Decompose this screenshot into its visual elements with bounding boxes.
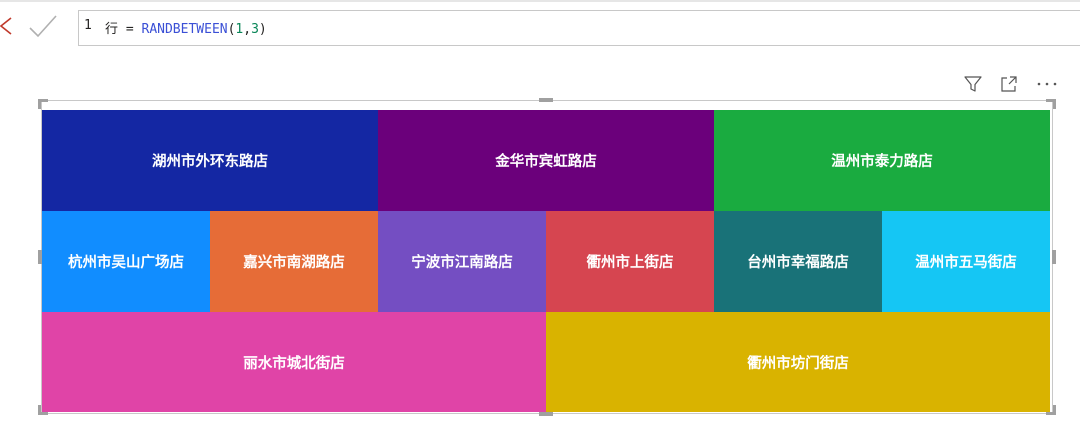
treemap-tile-label: 衢州市上街店 xyxy=(586,255,674,271)
resize-handle-bottom-left-v[interactable] xyxy=(38,405,41,415)
function-name: RANDBETWEEN xyxy=(141,22,228,37)
formula-bar-divider xyxy=(0,0,1080,2)
resize-handle-top-right-v[interactable] xyxy=(1053,99,1056,109)
treemap-visual: 湖州市外环东路店 金华市宾虹路店 温州市泰力路店杭州市吴山广场店 嘉兴市南湖路店 宁波市… xyxy=(42,110,1050,412)
treemap-tile-label: 台州市幸福路店 xyxy=(747,255,849,271)
treemap-tile[interactable]: 宁波市江南路店 xyxy=(378,211,546,312)
treemap-tile[interactable]: 丽水市城北街店 xyxy=(42,312,546,412)
focus-mode-icon xyxy=(1001,76,1017,92)
treemap-tile-label: 湖州市外环东路店 xyxy=(152,154,268,170)
treemap-tile-label: 衢州市坊门街店 xyxy=(747,355,849,372)
focus-mode-button[interactable] xyxy=(998,73,1020,95)
formula-bar: 1 行 = RANDBETWEEN(1,3) xyxy=(0,0,1080,48)
argument-2: 3 xyxy=(251,22,259,37)
treemap-tile-label: 杭州市吴山广场店 xyxy=(68,255,184,271)
resize-handle-top-left-v[interactable] xyxy=(38,99,41,109)
treemap-tile[interactable]: 杭州市吴山广场店 xyxy=(42,211,210,312)
treemap-tile[interactable]: 衢州市上街店 xyxy=(546,211,714,312)
equals-sign: = xyxy=(118,22,142,37)
resize-handle-right[interactable] xyxy=(1052,250,1056,264)
treemap-tile-label: 宁波市江南路店 xyxy=(411,255,513,271)
treemap-tile-label: 金华市宾虹路店 xyxy=(495,154,597,170)
formula-code: 行 = RANDBETWEEN(1,3) xyxy=(105,18,267,37)
resize-handle-top[interactable] xyxy=(539,98,553,102)
treemap-tile-label: 丽水市城北街店 xyxy=(243,355,345,372)
treemap-tile-label: 温州市五马街店 xyxy=(915,255,1017,271)
commit-formula-button[interactable] xyxy=(26,12,60,40)
resize-handle-bottom-right-v[interactable] xyxy=(1053,405,1056,415)
more-options-button[interactable] xyxy=(1034,73,1060,95)
checkmark-icon xyxy=(29,15,57,38)
line-number: 1 xyxy=(84,18,92,33)
more-options-icon xyxy=(1037,82,1057,86)
filter-icon xyxy=(964,76,982,92)
measure-name: 行 xyxy=(105,22,119,37)
visual-header xyxy=(962,72,1060,96)
cancel-formula-button[interactable] xyxy=(0,12,20,40)
close-paren: ) xyxy=(258,22,267,37)
comma: , xyxy=(243,22,252,37)
treemap-tile[interactable]: 温州市五马街店 xyxy=(882,211,1050,312)
resize-handle-bottom[interactable] xyxy=(539,412,553,416)
close-chevron-icon xyxy=(0,17,12,35)
treemap-tile[interactable]: 湖州市外环东路店 xyxy=(42,110,378,211)
formula-input[interactable]: 1 行 = RANDBETWEEN(1,3) xyxy=(78,10,1080,46)
treemap-tile[interactable]: 金华市宾虹路店 xyxy=(378,110,714,211)
treemap-tile[interactable]: 温州市泰力路店 xyxy=(714,110,1050,211)
treemap-tile[interactable]: 台州市幸福路店 xyxy=(714,211,882,312)
treemap-tile[interactable]: 嘉兴市南湖路店 xyxy=(210,211,378,312)
filter-button[interactable] xyxy=(962,73,984,95)
treemap-tile-label: 温州市泰力路店 xyxy=(831,154,933,170)
treemap-tile[interactable]: 衢州市坊门街店 xyxy=(546,312,1050,412)
treemap-tile-label: 嘉兴市南湖路店 xyxy=(243,255,345,271)
